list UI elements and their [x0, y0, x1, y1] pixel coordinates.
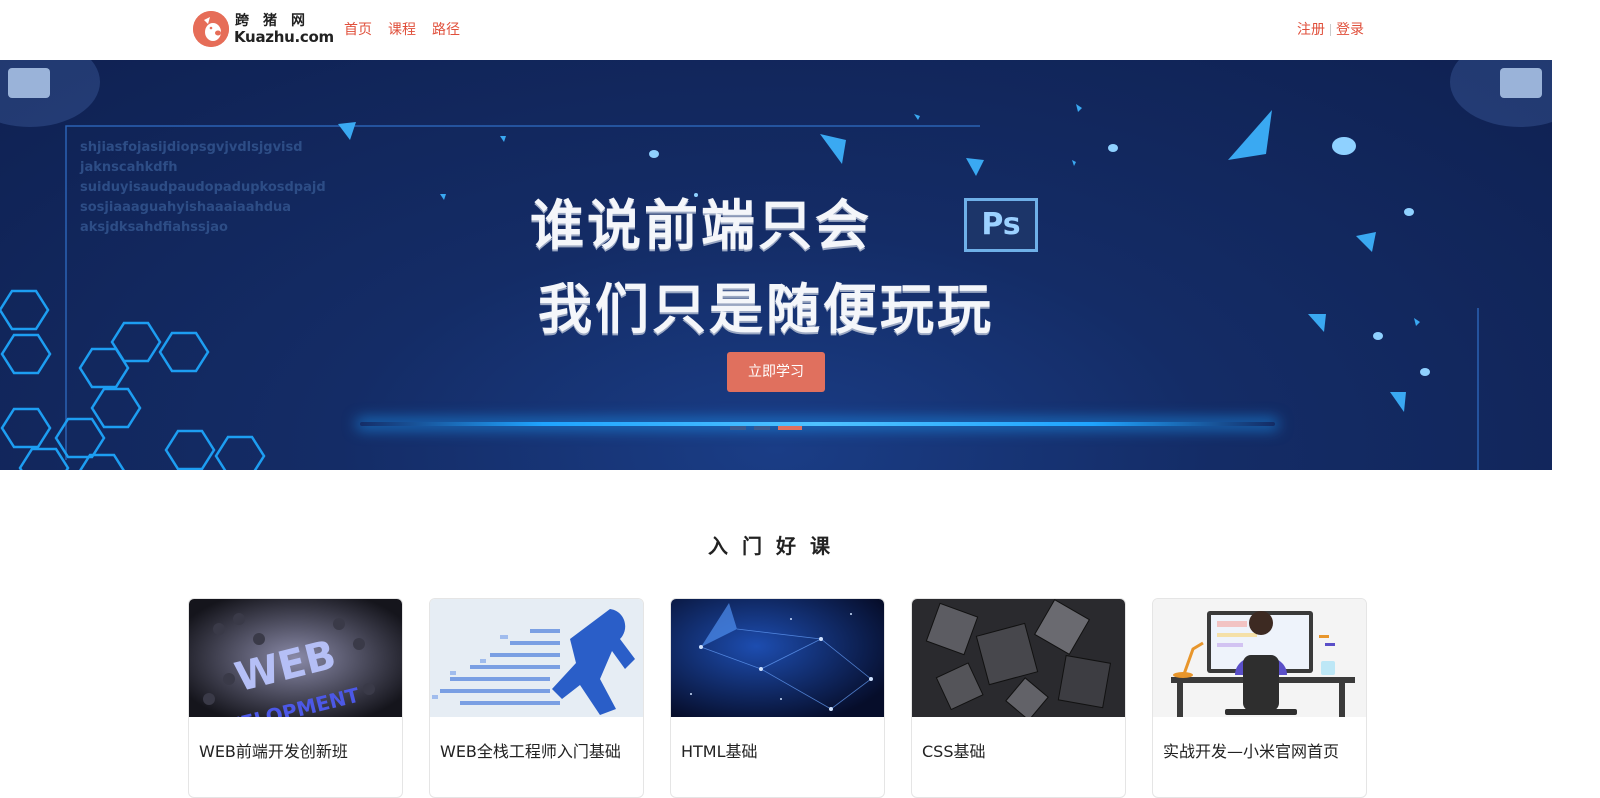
- code-line: jaknscahkdfh: [80, 160, 178, 175]
- banner-decoration-graphic: [0, 60, 1552, 470]
- banner-headline-line1: 谁说前端只会: [530, 194, 872, 257]
- section-title: 入门好课: [708, 534, 844, 558]
- auth-divider: [1330, 24, 1331, 36]
- nav-courses[interactable]: 课程: [388, 20, 416, 40]
- course-title[interactable]: 实战开发—小米官网首页: [1153, 717, 1366, 763]
- spotlight-left-icon: [0, 60, 100, 127]
- spotlight-right-icon: [1450, 60, 1552, 127]
- site-header: 跨猪网 Kuazhu.com 首页 课程 路径 注册 登录: [0, 0, 1600, 60]
- start-learning-button[interactable]: 立即学习: [727, 352, 825, 392]
- course-title[interactable]: WEB前端开发创新班: [189, 717, 402, 763]
- main-nav: 首页 课程 路径: [344, 20, 460, 40]
- register-link[interactable]: 注册: [1297, 20, 1325, 40]
- course-card[interactable]: WEB DEVELOPMENT WEB前端开发创新班: [188, 598, 403, 798]
- pig-logo-icon: [193, 11, 229, 47]
- course-title[interactable]: CSS基础: [912, 717, 1125, 763]
- login-link[interactable]: 登录: [1336, 20, 1364, 40]
- logo-english-name: Kuazhu.com: [234, 28, 334, 46]
- course-card[interactable]: WEB全栈工程师入门基础: [429, 598, 644, 798]
- course-card[interactable]: CSS基础: [911, 598, 1126, 798]
- decorative-code-text: shjiasfojasijdiopsgvjvdlsjgvisd jaknscah…: [80, 138, 326, 238]
- course-thumbnail-dark-cubes[interactable]: [912, 599, 1125, 717]
- course-card[interactable]: HTML基础: [670, 598, 885, 798]
- code-line: aksjdksahdfiahssjao: [80, 220, 228, 235]
- course-thumbnail-pixel-runner[interactable]: [430, 599, 643, 717]
- banner-headline-line2: 我们只是随便玩玩: [538, 278, 994, 341]
- hexagon-pattern-icon: [0, 289, 266, 470]
- auth-links: 注册 登录: [1297, 20, 1364, 40]
- carousel-dot-1[interactable]: [730, 426, 746, 430]
- carousel-dot-3[interactable]: [778, 426, 802, 430]
- course-thumbnail-blue-network[interactable]: [671, 599, 884, 717]
- nav-home[interactable]: 首页: [344, 20, 372, 40]
- code-line: shjiasfojasijdiopsgvjvdlsjgvisd: [80, 140, 303, 155]
- code-line: sosjiaaaguahyishaaaiaahdua: [80, 200, 292, 215]
- code-line: suiduyisaudpaudopadupkosdpajd: [80, 180, 326, 195]
- course-thumbnail-web-development[interactable]: WEB DEVELOPMENT: [189, 599, 402, 717]
- hero-banner[interactable]: shjiasfojasijdiopsgvjvdlsjgvisd jaknscah…: [0, 60, 1552, 470]
- course-title[interactable]: WEB全栈工程师入门基础: [430, 717, 643, 763]
- course-list: WEB DEVELOPMENT WEB前端开发创新班: [188, 598, 1367, 798]
- nav-paths[interactable]: 路径: [432, 20, 460, 40]
- course-title[interactable]: HTML基础: [671, 717, 884, 763]
- carousel-dot-2[interactable]: [754, 426, 770, 430]
- logo-chinese-name: 跨猪网: [235, 13, 319, 29]
- course-card[interactable]: 实战开发—小米官网首页: [1152, 598, 1367, 798]
- banner-glow-line: [360, 422, 1275, 426]
- course-thumbnail-developer-desk[interactable]: [1153, 599, 1366, 717]
- photoshop-icon: Ps: [964, 198, 1038, 252]
- site-logo[interactable]: 跨猪网 Kuazhu.com: [193, 11, 334, 49]
- carousel-indicators: [730, 426, 802, 430]
